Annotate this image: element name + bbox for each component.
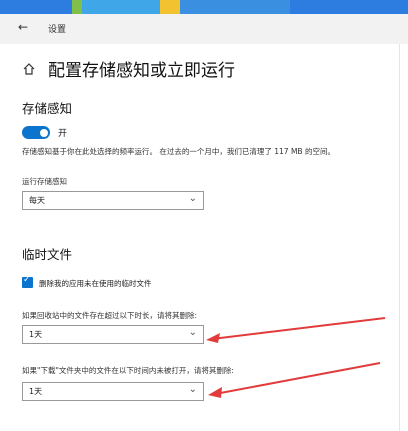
delete-unused-label: 删除我的应用未在使用的临时文件 xyxy=(39,279,152,288)
chevron-down-icon: ⌄ xyxy=(188,327,197,338)
section-heading-temp-files: 临时文件 xyxy=(22,247,73,262)
storage-sense-description: 存储感知基于你在此处选择的频率运行。 在过去的一个月中，我们已清理了 117 M… xyxy=(22,147,335,156)
toggle-state-label: 开 xyxy=(58,129,68,139)
run-frequency-value: 每天 xyxy=(29,196,45,205)
annotation-arrow-recycle xyxy=(206,317,386,343)
chevron-down-icon: ⌄ xyxy=(188,384,197,395)
section-heading-storage-sense: 存储感知 xyxy=(22,101,73,116)
run-frequency-label: 运行存储感知 xyxy=(22,177,67,186)
chevron-down-icon: ⌄ xyxy=(188,193,197,204)
downloads-label: 如果"下载"文件夹中的文件在以下时间内未被打开，请将其删除: xyxy=(22,366,234,375)
taskbar-strip xyxy=(0,0,408,14)
recycle-bin-select[interactable]: 1天 ⌄ xyxy=(22,325,204,344)
back-arrow-icon[interactable]: ← xyxy=(18,20,28,34)
recycle-bin-value: 1天 xyxy=(29,330,43,339)
downloads-select[interactable]: 1天 ⌄ xyxy=(22,382,204,401)
delete-unused-checkbox[interactable]: ✓ xyxy=(22,275,33,288)
storage-sense-toggle[interactable] xyxy=(22,126,50,139)
downloads-value: 1天 xyxy=(29,387,43,396)
checkmark-icon: ✓ xyxy=(23,275,31,285)
window-title: 设置 xyxy=(48,25,67,35)
scroll-divider xyxy=(399,44,400,431)
recycle-bin-label: 如果回收站中的文件存在超过以下时长，请将其删除: xyxy=(22,311,198,320)
page-title: 配置存储感知或立即运行 xyxy=(48,61,235,81)
run-frequency-select[interactable]: 每天 ⌄ xyxy=(22,191,204,210)
home-icon[interactable] xyxy=(22,62,36,76)
toggle-knob xyxy=(40,128,48,137)
